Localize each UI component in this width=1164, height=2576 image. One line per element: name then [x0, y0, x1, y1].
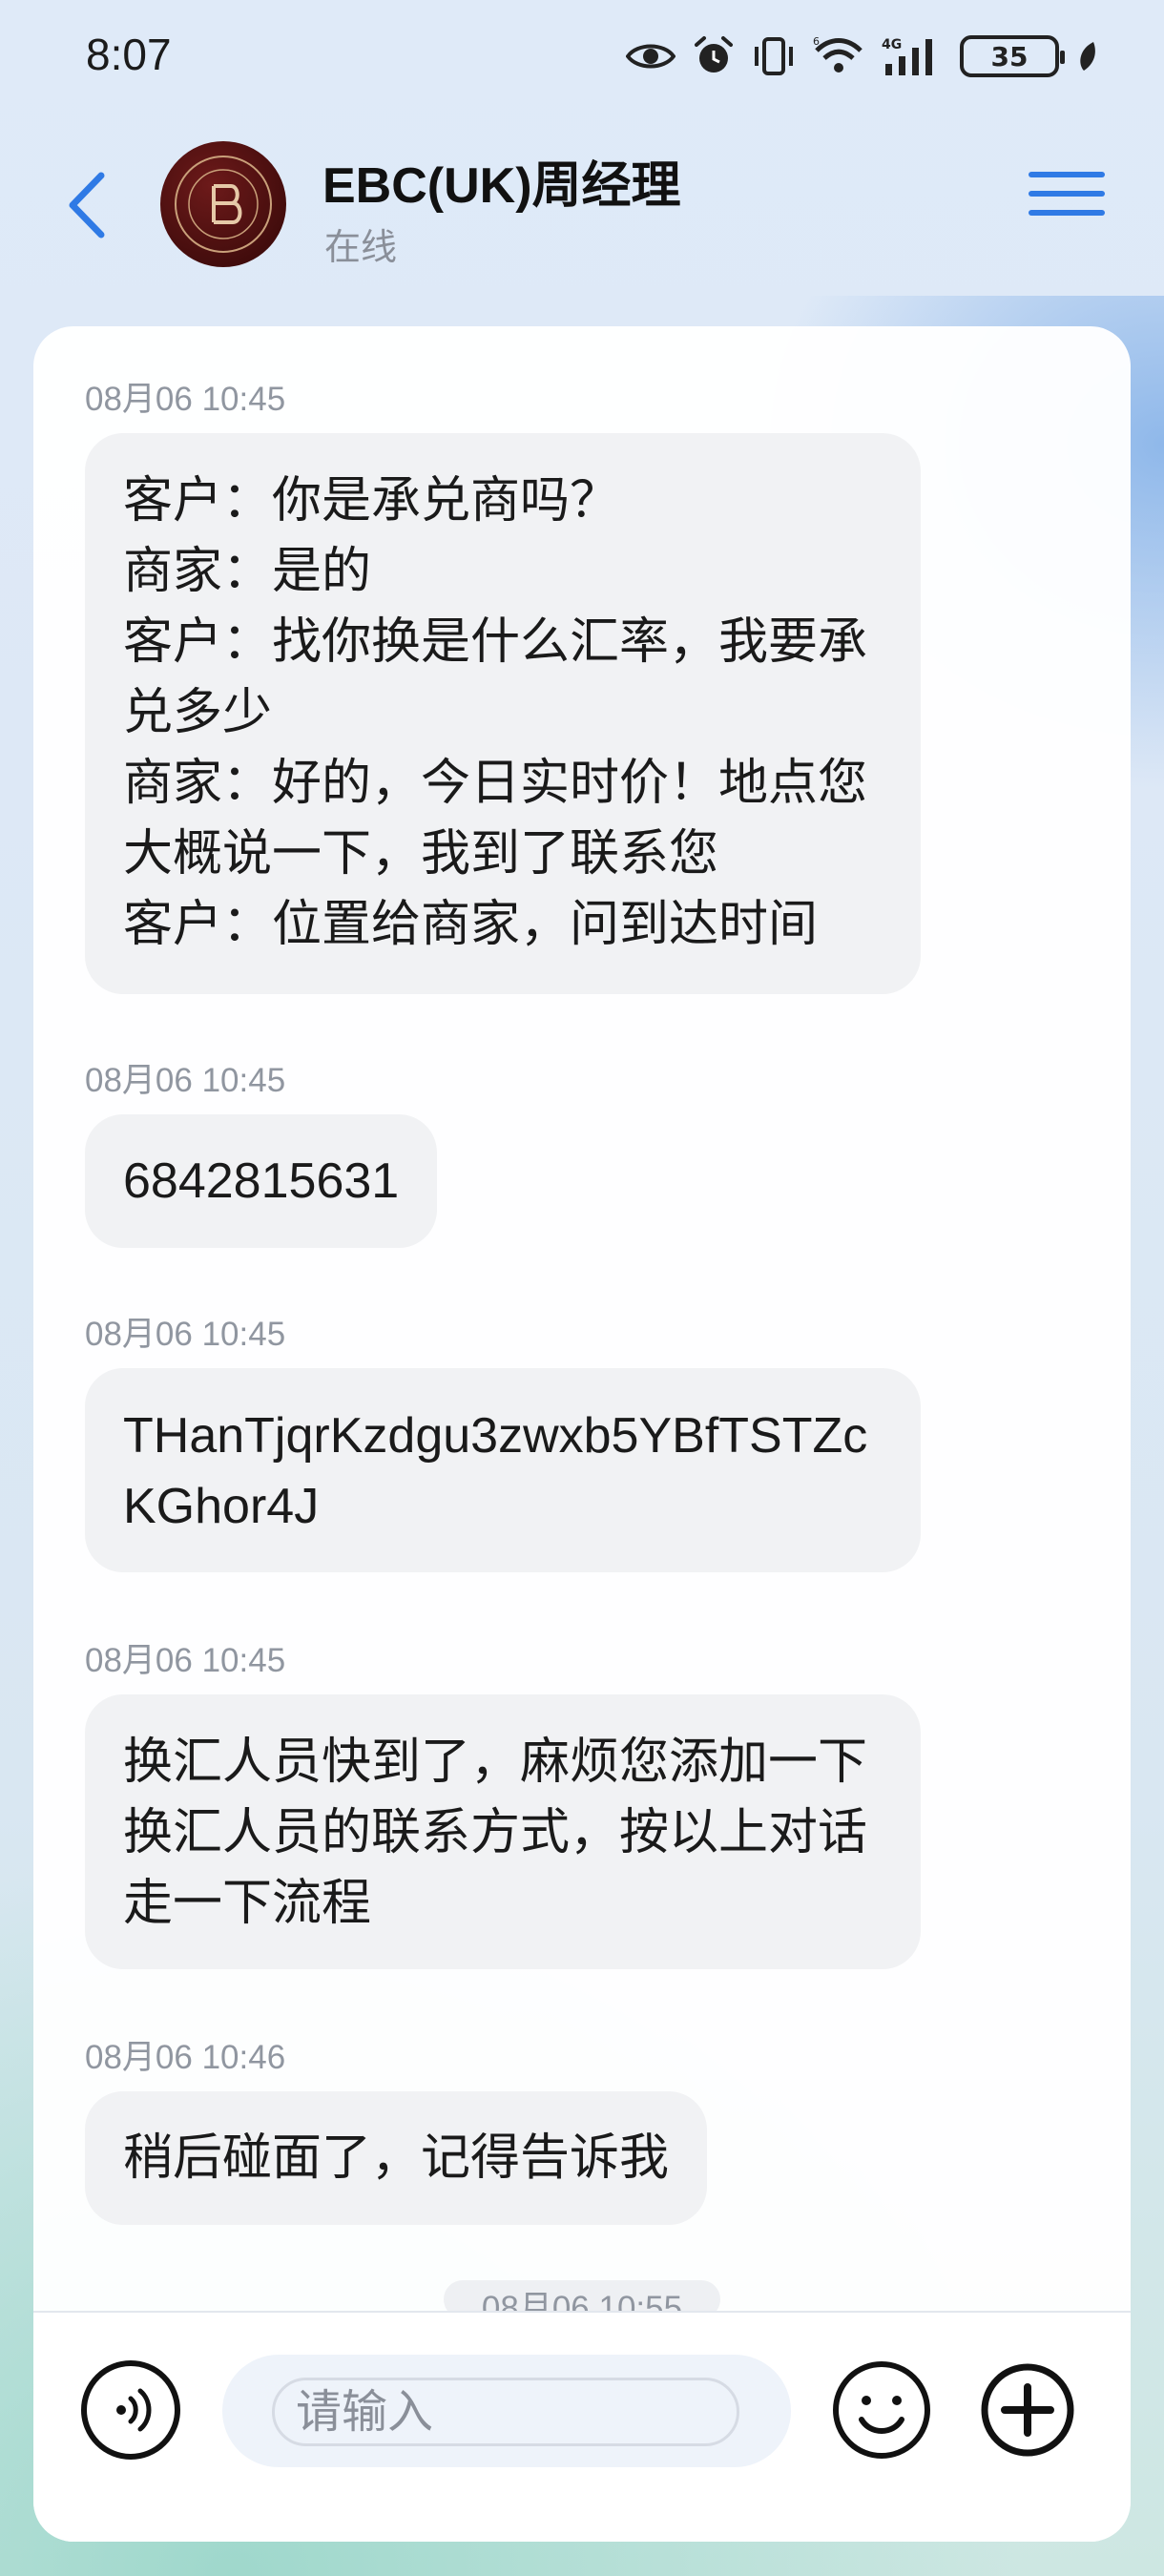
message-time: 08月06 10:46: [85, 2039, 286, 2076]
battery-icon: 35: [960, 35, 1065, 77]
status-icons: 6 4G 35: [626, 32, 1097, 80]
message-item: 08月06 10:46 稍后碰面了，记得告诉我: [85, 2030, 708, 2225]
message-bubble[interactable]: 6842815631: [85, 1114, 438, 1248]
emoji-button[interactable]: [830, 2358, 933, 2462]
menu-icon: [1029, 172, 1105, 177]
eye-icon: [626, 44, 676, 69]
message-bubble[interactable]: 换汇人员快到了，麻烦您添加一下换汇人员的联系方式，按以上对话走一下流程: [85, 1694, 921, 1969]
message-bubble[interactable]: 稍后碰面了，记得告诉我: [85, 2091, 708, 2225]
menu-icon-line: [1029, 210, 1105, 216]
back-button[interactable]: [52, 162, 119, 248]
status-time: 8:07: [86, 30, 172, 79]
message-item: 08月06 10:45 客户：你是承兑商吗？ 商家：是的 客户：找你换是什么汇率…: [85, 372, 921, 994]
chat-header: EBC(UK)周经理 在线: [0, 124, 1164, 296]
message-time-partial: 08月06 10:55: [444, 2280, 720, 2311]
avatar[interactable]: [160, 141, 286, 267]
contact-name: EBC(UK)周经理: [322, 158, 681, 214]
message-item: 08月06 10:45 换汇人员快到了，麻烦您添加一下换汇人员的联系方式，按以上…: [85, 1633, 921, 1969]
input-bar: [33, 2311, 1131, 2542]
message-list[interactable]: 08月06 10:45 客户：你是承兑商吗？ 商家：是的 客户：找你换是什么汇率…: [33, 326, 1131, 2311]
signal-icon: 4G: [882, 37, 932, 75]
message-input[interactable]: [272, 2378, 739, 2446]
message-bubble[interactable]: THanTjqrKzdgu3zwxb5YBfTSTZcKGhor4J: [85, 1368, 921, 1572]
leaf-icon: [1080, 42, 1095, 71]
menu-icon-line: [1029, 191, 1105, 197]
ebc-logo-icon: [175, 156, 272, 253]
voice-icon: [116, 2388, 152, 2432]
back-arrow-icon: [69, 172, 105, 239]
wifi-icon: 6: [813, 35, 863, 73]
vibrate-icon: [755, 37, 793, 75]
plus-icon: [981, 2363, 1074, 2457]
emoji-icon: [833, 2361, 930, 2459]
message-time: 08月06 10:45: [85, 1642, 286, 1679]
alarm-icon: [695, 36, 733, 73]
message-time: 08月06 10:45: [85, 1316, 286, 1353]
battery-level: 35: [990, 40, 1029, 73]
menu-button[interactable]: [1029, 172, 1105, 229]
message-time: 08月06 10:45: [85, 381, 286, 418]
message-time: 08月06 10:45: [85, 1062, 286, 1099]
message-item: 08月06 10:45 THanTjqrKzdgu3zwxb5YBfTSTZcK…: [85, 1307, 921, 1572]
status-bar: 8:07 6 4G 35: [0, 0, 1164, 114]
message-input-container: [222, 2355, 791, 2467]
message-bubble[interactable]: 客户：你是承兑商吗？ 商家：是的 客户：找你换是什么汇率，我要承兑多少 商家：好…: [85, 433, 921, 994]
contact-status: 在线: [324, 226, 398, 268]
network-label: 4G: [882, 37, 902, 52]
chat-panel: 08月06 10:45 客户：你是承兑商吗？ 商家：是的 客户：找你换是什么汇率…: [33, 326, 1131, 2542]
add-button[interactable]: [978, 2360, 1077, 2460]
message-item: 08月06 10:45 6842815631: [85, 1053, 438, 1248]
svg-text:6: 6: [813, 35, 820, 48]
voice-button[interactable]: [81, 2360, 180, 2460]
